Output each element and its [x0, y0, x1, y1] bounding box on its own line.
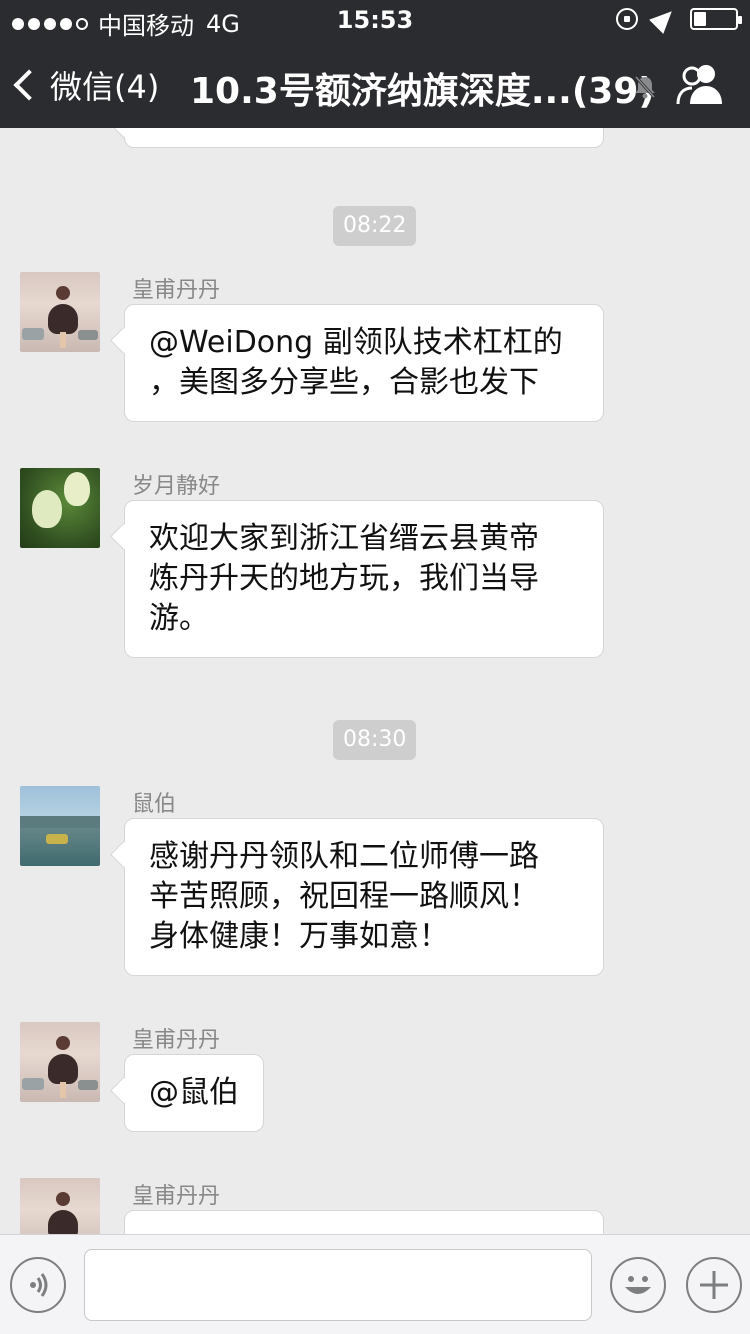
timestamp-pill: 08:22 [333, 206, 417, 246]
message-line: 欢迎大家到浙江省缙云县黄帝 [149, 521, 539, 556]
message-bubble[interactable]: @WeiDong 副领队技术杠杠的 ，美图多分享些，合影也发下 [124, 304, 604, 422]
message-line: @WeiDong 副领队技术杠杠的 [149, 325, 563, 360]
message-line: 辛苦照顾，祝回程一路顺风！ [149, 879, 539, 914]
chat-title: 10.3号额济纳旗深度...(39) [190, 71, 655, 112]
back-label: 微信(4) [50, 68, 160, 106]
message-line: 炼丹升天的地方玩，我们当导 [149, 561, 539, 596]
battery-icon [690, 8, 742, 30]
message-input[interactable] [84, 1249, 592, 1321]
message-bubble[interactable] [124, 1210, 604, 1234]
sender-name: 皇甫丹丹 [132, 278, 221, 303]
status-right [616, 4, 742, 34]
rotation-lock-icon [616, 8, 638, 30]
message-line: 感谢丹丹领队和二位师傅一路 [149, 839, 539, 874]
chevron-left-icon [13, 69, 45, 101]
message-line: 身体健康！万事如意！ [149, 919, 449, 954]
timestamp-pill: 08:30 [333, 720, 417, 760]
emoji-icon [625, 1276, 651, 1294]
top-bar: 中国移动 4G 15:53 微信(4) 10.3号额济纳旗深度...(39) [0, 0, 750, 128]
avatar[interactable] [20, 1022, 100, 1102]
sender-name: 鼠伯 [132, 792, 177, 817]
message-line: @鼠伯 [149, 1075, 239, 1110]
voice-button[interactable] [10, 1257, 66, 1313]
message-line: ，美图多分享些，合影也发下 [149, 365, 539, 400]
group-members-icon[interactable] [676, 62, 724, 106]
chat-area[interactable]: 08:22 皇甫丹丹 @WeiDong 副领队技术杠杠的 ，美图多分享些，合影也… [0, 128, 750, 1234]
emoji-button[interactable] [610, 1257, 666, 1313]
message-line: 游。 [149, 601, 209, 636]
avatar[interactable] [20, 1178, 100, 1234]
plus-icon [700, 1271, 728, 1299]
bell-muted-icon [634, 75, 656, 99]
sender-name: 皇甫丹丹 [132, 1184, 221, 1209]
input-bar [0, 1234, 750, 1334]
message-bubble[interactable]: 感谢丹丹领队和二位师傅一路 辛苦照顾，祝回程一路顺风！ 身体健康！万事如意！ [124, 818, 604, 976]
avatar[interactable] [20, 272, 100, 352]
status-bar: 中国移动 4G 15:53 [0, 0, 750, 40]
avatar[interactable] [20, 468, 100, 548]
message-bubble-partial[interactable] [124, 128, 604, 148]
message-bubble[interactable]: @鼠伯 [124, 1054, 264, 1132]
sender-name: 皇甫丹丹 [132, 1028, 221, 1053]
back-button[interactable]: 微信(4) [13, 62, 160, 108]
navigation-bar: 微信(4) 10.3号额济纳旗深度...(39) [0, 40, 750, 128]
more-button[interactable] [686, 1257, 742, 1313]
avatar[interactable] [20, 786, 100, 866]
message-bubble[interactable]: 欢迎大家到浙江省缙云县黄帝 炼丹升天的地方玩，我们当导 游。 [124, 500, 604, 658]
voice-icon [30, 1273, 48, 1297]
location-icon [649, 4, 679, 34]
sender-name: 岁月静好 [132, 474, 221, 499]
